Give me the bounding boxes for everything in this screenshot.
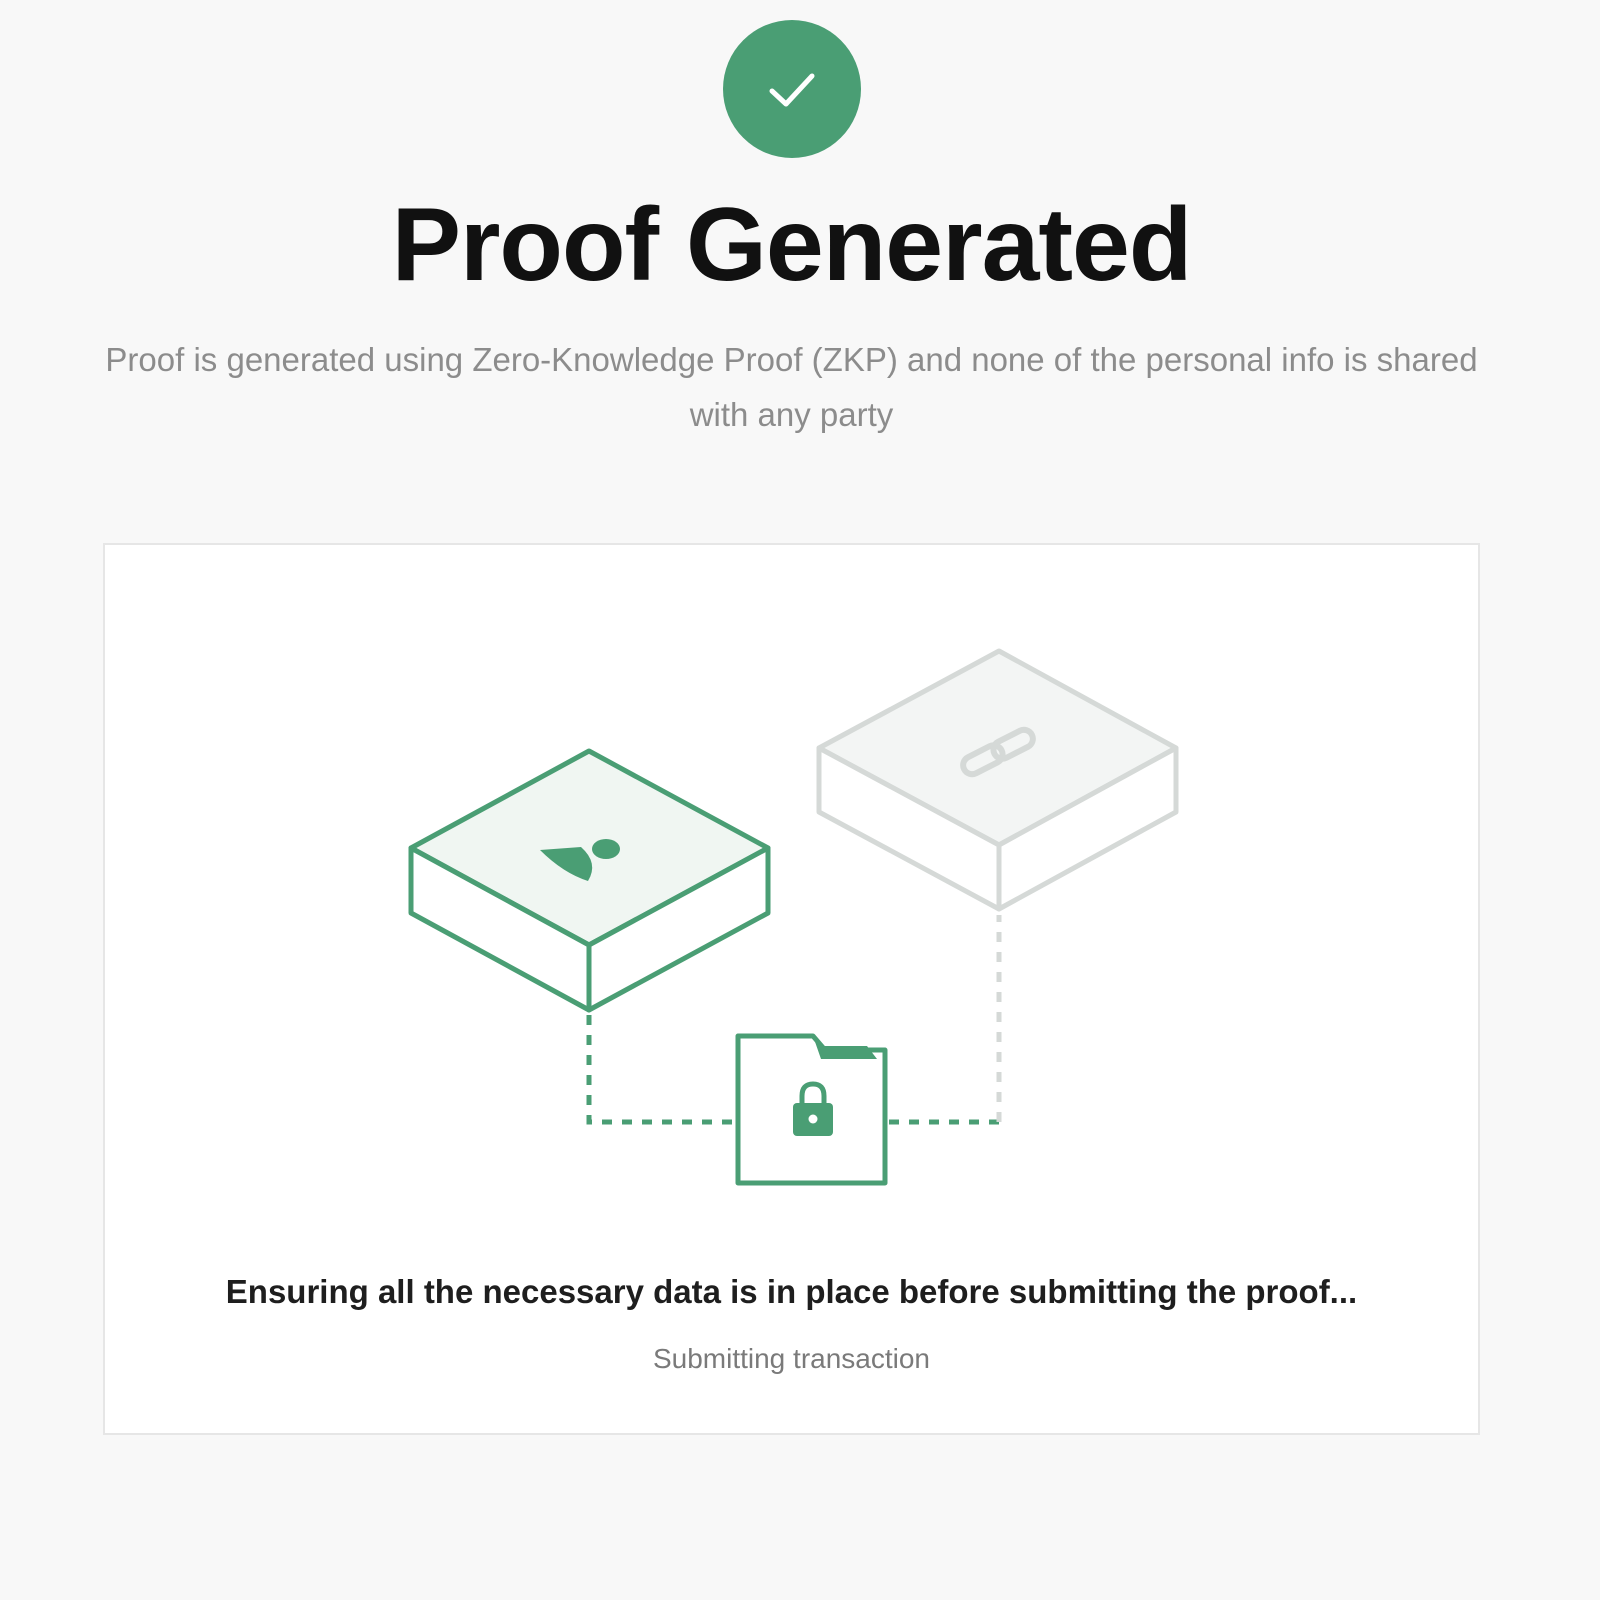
- proof-illustration: [408, 648, 1179, 1186]
- connector-right: [889, 915, 1002, 1125]
- page-description: Proof is generated using Zero-Knowledge …: [105, 341, 1478, 433]
- folder-icon: [813, 1036, 877, 1059]
- success-badge: [723, 20, 861, 158]
- page-title: Proof Generated: [391, 187, 1193, 303]
- encrypted-file: [735, 1033, 888, 1186]
- checkmark-icon: [769, 73, 815, 107]
- status-step: Submitting transaction: [652, 1343, 931, 1374]
- status-message: Ensuring all the necessary data is in pl…: [225, 1273, 1358, 1310]
- status-card: Ensuring all the necessary data is in pl…: [103, 543, 1480, 1435]
- connector-left: [586, 1015, 733, 1125]
- chain-box: [816, 648, 1179, 912]
- identity-box: [408, 748, 771, 1013]
- proof-generated-screen: Proof Generated Proof is generated using…: [0, 0, 1600, 1600]
